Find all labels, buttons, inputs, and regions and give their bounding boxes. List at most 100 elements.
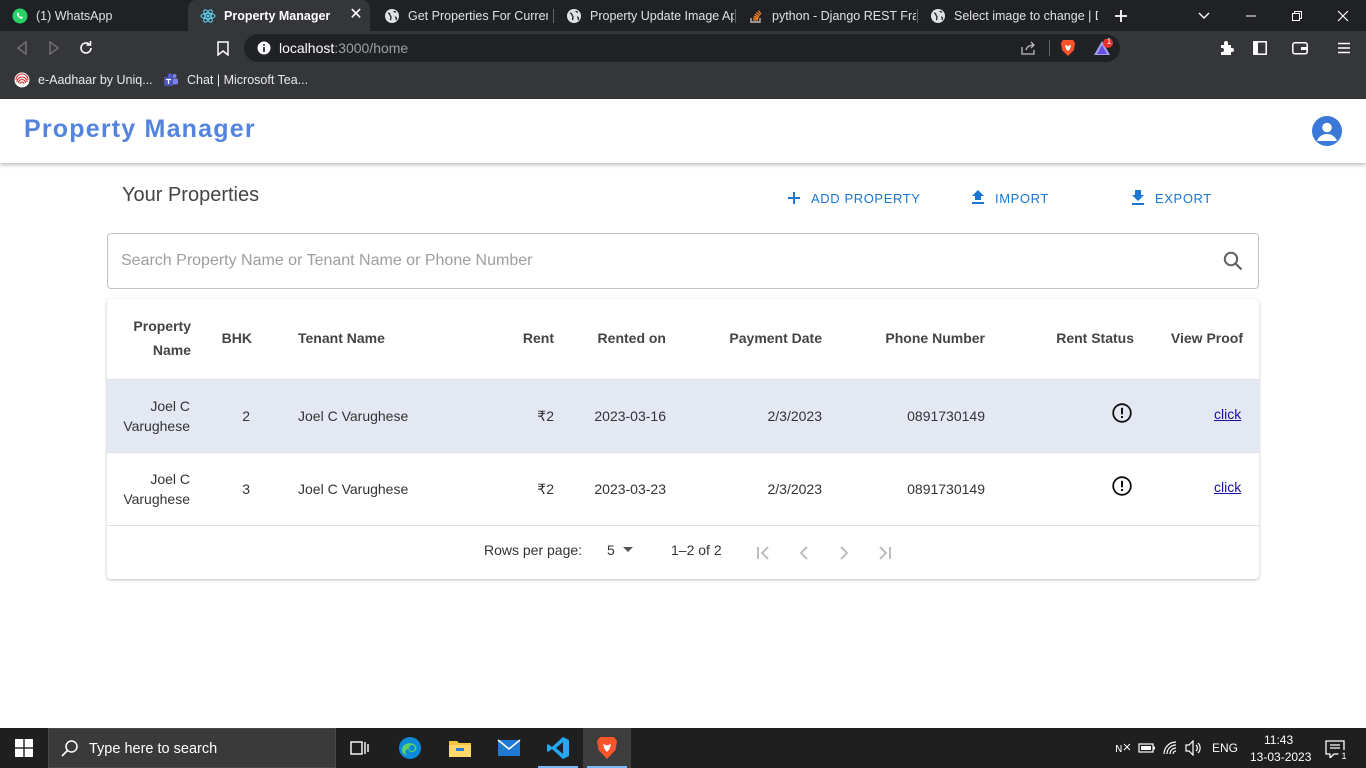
last-page-icon[interactable]	[872, 541, 896, 565]
brave-rewards-icon[interactable]: 1	[1092, 37, 1114, 58]
cell-text: Varughese	[123, 491, 190, 507]
table-pagination: Rows per page: 5 1–2 of 2	[107, 525, 1259, 579]
notification-icon[interactable]: 1	[1322, 738, 1350, 762]
omnibox-divider	[1049, 40, 1050, 56]
nvidia-icon[interactable]: N	[1114, 740, 1132, 756]
file-explorer-icon[interactable]	[436, 728, 484, 768]
add-property-button[interactable]: ADD PROPERTY	[787, 188, 921, 208]
language-indicator[interactable]: ENG	[1212, 741, 1238, 755]
vscode-icon[interactable]	[534, 728, 582, 768]
site-info-icon[interactable]	[256, 40, 272, 56]
column-header-tenant-name[interactable]: Tenant Name	[298, 326, 458, 350]
column-header-rent[interactable]: Rent	[494, 326, 554, 350]
back-icon[interactable]	[10, 36, 34, 60]
upload-icon	[971, 190, 985, 206]
taskbar-search[interactable]: Type here to search	[48, 728, 336, 768]
bookmark-teams[interactable]: Chat | Microsoft Tea...	[163, 65, 308, 95]
sidebar-icon[interactable]	[1251, 39, 1269, 57]
column-header-view-proof[interactable]: View Proof	[1153, 326, 1243, 350]
column-header-payment-date[interactable]: Payment Date	[702, 326, 822, 350]
rows-per-page-label: Rows per page:	[484, 542, 583, 558]
table-row[interactable]: Joel C Varughese 2 Joel C Varughese ₹2 2…	[107, 379, 1259, 452]
bookmark-aadhaar[interactable]: e-Aadhaar by Uniq...	[14, 65, 153, 95]
forward-icon[interactable]	[42, 36, 66, 60]
volume-icon[interactable]	[1185, 739, 1203, 757]
search-icon[interactable]	[1222, 250, 1244, 272]
cell-rent: ₹2	[537, 481, 554, 497]
column-header-text: Name	[152, 342, 191, 358]
windows-start-icon[interactable]	[0, 728, 48, 768]
bookmark-icon[interactable]	[211, 36, 235, 60]
tab-property-manager[interactable]: Property Manager ✕	[188, 0, 370, 31]
taskbar-search-placeholder: Type here to search	[89, 741, 218, 757]
teams-icon	[163, 72, 179, 88]
extensions-icon[interactable]	[1218, 39, 1236, 57]
tab-property-update[interactable]: Property Update Image Api	[554, 0, 734, 31]
windows-taskbar: Type here to search N ENG 11:43 13-03-20…	[0, 728, 1366, 768]
user-avatar-icon[interactable]	[1312, 116, 1342, 146]
minimize-icon[interactable]	[1228, 0, 1274, 31]
wallet-icon[interactable]	[1290, 39, 1310, 57]
view-proof-link[interactable]: click	[1214, 479, 1241, 495]
globe-icon	[566, 8, 582, 24]
cell-phone-number: 0891730149	[907, 481, 985, 497]
restore-icon[interactable]	[1274, 0, 1320, 31]
rows-per-page-select[interactable]: 5	[607, 542, 633, 558]
tab-title: Property Update Image Api	[590, 8, 734, 23]
import-button[interactable]: IMPORT	[971, 188, 1049, 208]
plus-icon	[787, 191, 801, 205]
clock-time[interactable]: 11:43	[1264, 733, 1293, 747]
tab-select-image[interactable]: Select image to change | Dj	[918, 0, 1098, 31]
tab-whatsapp[interactable]: (1) WhatsApp	[0, 0, 186, 31]
export-button[interactable]: EXPORT	[1131, 188, 1212, 208]
search-input[interactable]	[121, 251, 1211, 271]
close-icon[interactable]: ✕	[348, 7, 364, 23]
tab-get-properties[interactable]: Get Properties For Current	[372, 0, 552, 31]
column-header-phone-number[interactable]: Phone Number	[855, 326, 985, 350]
column-header-property-name[interactable]: Property Name	[107, 314, 191, 362]
reload-icon[interactable]	[74, 36, 98, 60]
cell-tenant-name: Joel C Varughese	[298, 408, 409, 424]
cell-property-name: Joel C Varughese	[107, 396, 190, 436]
column-header-rent-status[interactable]: Rent Status	[1024, 326, 1134, 350]
next-page-icon[interactable]	[832, 541, 856, 565]
view-proof-link[interactable]: click	[1214, 406, 1241, 422]
svg-text:N: N	[1115, 744, 1122, 755]
browser-toolbar: localhost:3000/home 1	[0, 31, 1366, 65]
react-icon	[200, 8, 216, 24]
mail-icon[interactable]	[485, 728, 533, 768]
alert-circle-icon	[1112, 476, 1132, 496]
edge-icon[interactable]	[386, 728, 434, 768]
tab-title: python - Django REST Fram	[772, 8, 916, 23]
stackoverflow-icon	[748, 8, 764, 24]
previous-page-icon[interactable]	[792, 541, 816, 565]
column-header-bhk[interactable]: BHK	[212, 326, 252, 350]
cell-tenant-name: Joel C Varughese	[298, 481, 409, 497]
brave-shields-icon[interactable]	[1059, 38, 1077, 58]
close-window-icon[interactable]	[1320, 0, 1366, 31]
bookmark-label: e-Aadhaar by Uniq...	[38, 73, 153, 87]
first-page-icon[interactable]	[752, 541, 776, 565]
pagination-range: 1–2 of 2	[671, 542, 722, 558]
cell-text: Joel C	[150, 398, 190, 414]
rewards-badge: 1	[1106, 37, 1112, 46]
table-row[interactable]: Joel C Varughese 3 Joel C Varughese ₹2 2…	[107, 452, 1259, 525]
address-bar[interactable]: localhost:3000/home 1	[244, 34, 1120, 62]
task-view-icon[interactable]	[336, 728, 384, 768]
share-icon[interactable]	[1020, 40, 1038, 56]
download-icon	[1131, 190, 1145, 206]
tab-search-icon[interactable]	[1194, 7, 1214, 25]
new-tab-icon[interactable]	[1110, 5, 1132, 27]
menu-icon[interactable]	[1335, 39, 1353, 57]
bookmark-label: Chat | Microsoft Tea...	[187, 73, 309, 87]
wifi-icon[interactable]	[1162, 739, 1180, 757]
column-header-rented-on[interactable]: Rented on	[566, 326, 666, 350]
tab-title: Get Properties For Current	[408, 8, 548, 23]
cell-bhk: 3	[242, 481, 250, 497]
battery-icon[interactable]	[1138, 740, 1156, 756]
clock-date[interactable]: 13-03-2023	[1250, 750, 1311, 764]
cell-rent: ₹2	[537, 408, 554, 424]
app-title: Property Manager	[24, 115, 256, 143]
brave-browser-icon[interactable]	[583, 728, 631, 768]
tab-stackoverflow[interactable]: python - Django REST Fram	[736, 0, 916, 31]
